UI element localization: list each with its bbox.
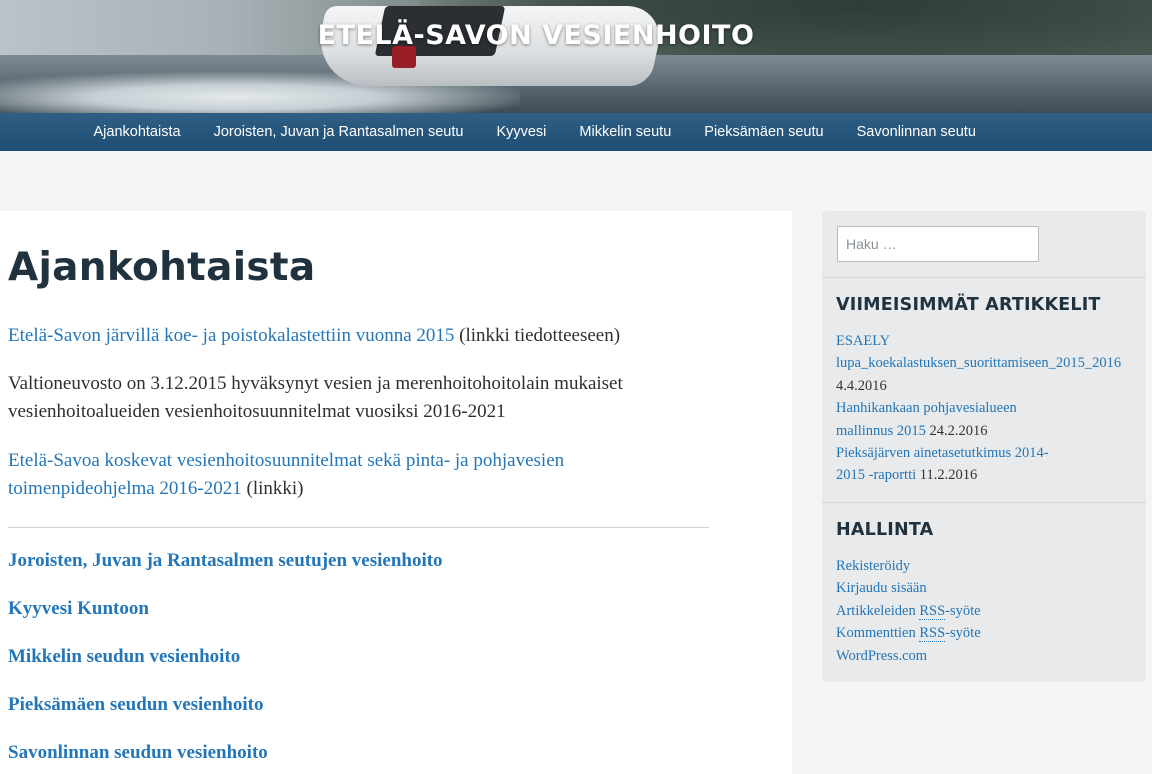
entries-rss-label: Artikkeleiden bbox=[836, 602, 920, 619]
recent-post-title-line2: mallinnus 2015 bbox=[836, 422, 926, 439]
recent-post-title-line2: lupa_koekalastuksen_suorittamiseen_2015_… bbox=[836, 355, 1122, 372]
admin-links: Rekisteröidy Kirjaudu sisään Artikkeleid… bbox=[836, 555, 1136, 667]
recent-posts-title: VIIMEISIMMÄT ARTIKKELIT bbox=[836, 295, 1101, 315]
nav-item-joroinen[interactable]: Joroisten, Juvan ja Rantasalmen seutu bbox=[197, 113, 480, 151]
section-link-joroinen-anchor[interactable]: Joroisten, Juvan ja Rantasalmen seutujen… bbox=[8, 550, 443, 571]
recent-post-title-line1: Pieksäjärven ainetasetutkimus 2014- bbox=[836, 445, 1049, 462]
nav-item-ajankohtaista[interactable]: Ajankohtaista bbox=[77, 113, 197, 151]
news-paragraph-3: Etelä-Savoa koskevat vesienhoitosuunnite… bbox=[8, 447, 708, 503]
wordpress-link[interactable]: WordPress.com bbox=[836, 648, 927, 664]
page-title: Ajankohtaista bbox=[8, 245, 316, 290]
nav-item-mikkeli[interactable]: Mikkelin seutu bbox=[563, 113, 688, 151]
section-link-kyyvesi: Kyyvesi Kuntoon bbox=[8, 598, 149, 620]
comments-rss-label: Kommenttien bbox=[836, 625, 920, 642]
comments-rss-suffix: -syöte bbox=[945, 625, 981, 642]
register-link[interactable]: Rekisteröidy bbox=[836, 558, 910, 574]
news-paragraph-2: Valtioneuvosto on 3.12.2015 hyväksynyt v… bbox=[8, 373, 623, 422]
nav-item-pieksamaki[interactable]: Pieksämäen seutu bbox=[688, 113, 840, 151]
section-link-pieksamaki: Pieksämäen seudun vesienhoito bbox=[8, 694, 263, 716]
news-paragraph-3-note: (linkki) bbox=[241, 478, 304, 499]
comments-rss-abbr: RSS bbox=[919, 625, 946, 643]
news-paragraph-1: Etelä-Savon järvillä koe- ja poistokalas… bbox=[8, 322, 708, 350]
main-content: Ajankohtaista Etelä-Savon järvillä koe- … bbox=[0, 211, 792, 774]
header-banner: ETELÄ-SAVON VESIENHOITO bbox=[0, 0, 1152, 114]
recent-post-link[interactable]: Hanhikankaan pohjavesialueen mallinnus 20… bbox=[836, 400, 1017, 438]
entries-rss-suffix: -syöte bbox=[945, 602, 981, 619]
recent-post-date: 11.2.2016 bbox=[919, 467, 978, 484]
sidebar-divider bbox=[822, 277, 1146, 278]
recent-post-date: 4.4.2016 bbox=[836, 377, 887, 394]
news-paragraph-1-note: (linkki tiedotteeseen) bbox=[454, 325, 621, 346]
recent-post-title-line2: 2015 -raportti bbox=[836, 467, 917, 484]
section-link-kyyvesi-anchor[interactable]: Kyyvesi Kuntoon bbox=[8, 598, 149, 619]
main-navigation: Ajankohtaista Joroisten, Juvan ja Rantas… bbox=[0, 113, 1152, 151]
recent-posts-list: ESAELY lupa_koekalastuksen_suorittamiseen… bbox=[836, 330, 1146, 487]
site-title[interactable]: ETELÄ-SAVON VESIENHOITO bbox=[0, 20, 1072, 51]
admin-title: HALLINTA bbox=[836, 520, 934, 540]
recent-post-item: Pieksäjärven ainetasetutkimus 2014- 2015 … bbox=[836, 442, 1146, 487]
entries-rss-abbr: RSS bbox=[919, 602, 946, 620]
section-link-savonlinna-anchor[interactable]: Savonlinnan seudun vesienhoito bbox=[8, 742, 268, 763]
recent-post-title-line1: Hanhikankaan pohjavesialueen bbox=[836, 400, 1017, 417]
recent-post-item: ESAELY lupa_koekalastuksen_suorittamiseen… bbox=[836, 330, 1146, 397]
section-link-savonlinna: Savonlinnan seudun vesienhoito bbox=[8, 742, 268, 764]
section-link-mikkeli: Mikkelin seudun vesienhoito bbox=[8, 646, 240, 668]
recent-post-title-line1: ESAELY bbox=[836, 333, 891, 349]
entries-rss-link[interactable]: Artikkeleiden RSS-syöte bbox=[836, 602, 981, 620]
recent-post-item: Hanhikankaan pohjavesialueen mallinnus 20… bbox=[836, 397, 1146, 442]
recent-post-date: 24.2.2016 bbox=[929, 422, 988, 439]
section-link-joroinen: Joroisten, Juvan ja Rantasalmen seutujen… bbox=[8, 550, 443, 572]
section-link-pieksamaki-anchor[interactable]: Pieksämäen seudun vesienhoito bbox=[8, 694, 263, 715]
nav-item-savonlinna[interactable]: Savonlinnan seutu bbox=[840, 113, 992, 151]
comments-rss-link[interactable]: Kommenttien RSS-syöte bbox=[836, 625, 981, 643]
content-divider bbox=[8, 527, 709, 528]
sidebar: VIIMEISIMMÄT ARTIKKELIT ESAELY lupa_koeka… bbox=[822, 211, 1146, 682]
section-link-mikkeli-anchor[interactable]: Mikkelin seudun vesienhoito bbox=[8, 646, 240, 667]
search-input[interactable] bbox=[837, 226, 1039, 262]
login-link[interactable]: Kirjaudu sisään bbox=[836, 580, 927, 596]
sidebar-divider bbox=[822, 502, 1146, 503]
recent-post-link[interactable]: ESAELY lupa_koekalastuksen_suorittamiseen… bbox=[836, 333, 1121, 371]
fishing-article-link[interactable]: Etelä-Savon järvillä koe- ja poistokalas… bbox=[8, 325, 454, 346]
nav-item-kyyvesi[interactable]: Kyyvesi bbox=[480, 113, 563, 151]
